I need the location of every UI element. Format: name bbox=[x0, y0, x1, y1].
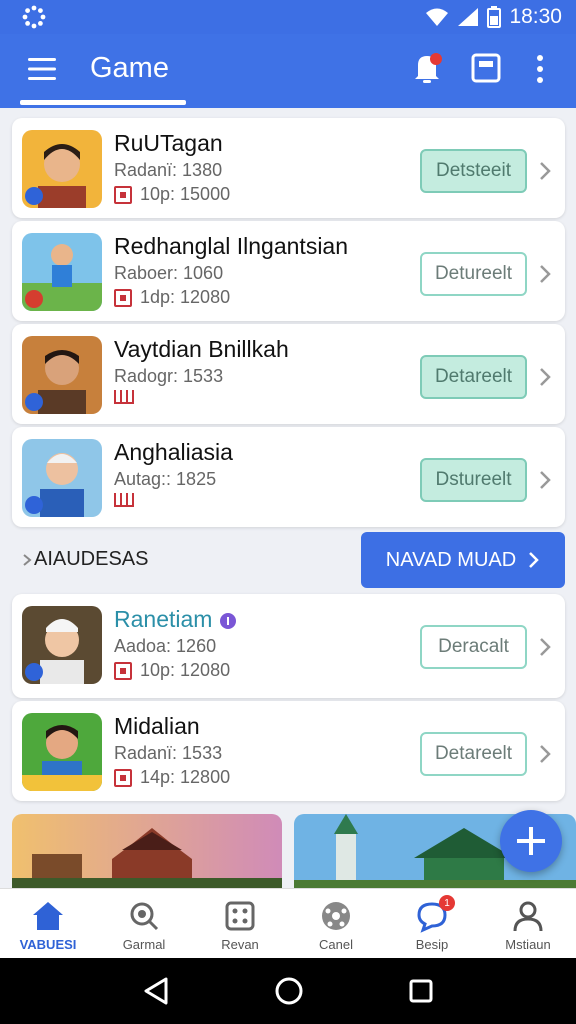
stat-bars-icon bbox=[114, 390, 134, 404]
nav-item-chat[interactable]: 1 Besip bbox=[384, 889, 480, 958]
nav-item-profile[interactable]: Mstiaun bbox=[480, 889, 576, 958]
plus-icon bbox=[517, 827, 545, 855]
settings-dots-icon bbox=[22, 5, 46, 29]
detail-button[interactable]: Deracalt bbox=[420, 625, 527, 669]
status-time: 18:30 bbox=[509, 5, 562, 28]
game-rating: Radanї: 1380 bbox=[114, 160, 223, 180]
game-rating: Radanї: 1533 bbox=[114, 743, 223, 763]
verified-badge-icon bbox=[219, 612, 236, 629]
stat-bars-icon bbox=[114, 493, 134, 507]
page-title: Game bbox=[90, 52, 169, 84]
game-card[interactable]: Vaytdian Bnillkah Radogr: 1533 Detareelt bbox=[12, 324, 565, 424]
bottom-navigation: VABUESI Garmal Revan Canel 1 Besip Mstia… bbox=[0, 888, 576, 958]
game-rating: Autag:: 1825 bbox=[114, 469, 217, 489]
game-card[interactable]: Redhanglal Ilngantsian Raboer: 1060 1dp:… bbox=[12, 221, 565, 321]
status-bar: 18:30 bbox=[0, 0, 576, 34]
app-bar: Game bbox=[0, 34, 576, 108]
hamburger-menu-icon[interactable] bbox=[24, 54, 60, 84]
game-thumbnail bbox=[22, 606, 102, 684]
game-card[interactable]: RuUTagan Radanї: 1380 10p: 15000 Detstee… bbox=[12, 118, 565, 218]
nav-item-ball[interactable]: Canel bbox=[288, 889, 384, 958]
game-rating: Raboer: 1060 bbox=[114, 263, 224, 283]
chevron-right-icon bbox=[529, 552, 539, 568]
stat-square-icon bbox=[114, 185, 132, 204]
game-card[interactable]: Ranetiam Aadoa: 1260 10p: 12080 Deracalt bbox=[12, 594, 565, 698]
notification-bell-icon[interactable] bbox=[410, 50, 444, 86]
nav-item-search[interactable]: Garmal bbox=[96, 889, 192, 958]
chevron-right-icon[interactable] bbox=[538, 263, 552, 285]
game-players bbox=[114, 390, 142, 404]
wifi-icon bbox=[426, 8, 449, 26]
ball-icon bbox=[322, 902, 350, 930]
game-players: 10p: 12080 bbox=[114, 660, 230, 681]
detail-button[interactable]: Detsteeit bbox=[420, 149, 527, 193]
active-tab-indicator bbox=[20, 100, 186, 105]
home-icon bbox=[33, 902, 63, 930]
back-icon[interactable] bbox=[142, 976, 170, 1006]
game-title: Midalian bbox=[114, 713, 200, 739]
promo-banners bbox=[12, 814, 576, 888]
promo-banner[interactable] bbox=[12, 814, 282, 888]
game-rating: Radogr: 1533 bbox=[114, 366, 224, 386]
game-title: RuUTagan bbox=[114, 130, 223, 156]
game-title: Anghaliasia bbox=[114, 439, 233, 465]
profile-icon bbox=[513, 901, 543, 932]
chevron-right-icon[interactable] bbox=[538, 636, 552, 658]
home-circle-icon[interactable] bbox=[274, 976, 304, 1006]
chevron-right-icon[interactable] bbox=[538, 366, 552, 388]
game-players: 10p: 15000 bbox=[114, 184, 230, 205]
stat-square-icon bbox=[114, 288, 132, 307]
magnifier-icon bbox=[130, 902, 159, 931]
chevron-right-icon[interactable] bbox=[538, 469, 552, 491]
game-thumbnail bbox=[22, 713, 102, 791]
game-title: Ranetiam bbox=[114, 606, 237, 633]
game-players bbox=[114, 493, 142, 507]
game-players: 1dp: 12080 bbox=[114, 287, 230, 308]
detail-button[interactable]: Detareelt bbox=[420, 355, 527, 399]
system-navigation-bar bbox=[0, 958, 576, 1024]
game-players: 14p: 12800 bbox=[114, 767, 230, 788]
signal-icon bbox=[458, 8, 479, 26]
add-fab-button[interactable] bbox=[500, 810, 562, 872]
detail-button[interactable]: Dstureelt bbox=[420, 458, 527, 502]
stat-square-icon bbox=[114, 661, 132, 680]
section-title: AIAUDESAS bbox=[22, 548, 148, 571]
nav-item-home[interactable]: VABUESI bbox=[0, 889, 96, 958]
window-icon[interactable] bbox=[470, 52, 502, 84]
game-list: RuUTagan Radanї: 1380 10p: 15000 Detstee… bbox=[12, 118, 565, 804]
game-thumbnail bbox=[22, 233, 102, 311]
chevron-right-icon[interactable] bbox=[538, 743, 552, 765]
game-thumbnail bbox=[22, 439, 102, 517]
nav-item-dice[interactable]: Revan bbox=[192, 889, 288, 958]
game-card[interactable]: Midalian Radanї: 1533 14p: 12800 Detaree… bbox=[12, 701, 565, 801]
chevron-right-small-icon bbox=[23, 553, 32, 566]
chat-icon-wrap: 1 bbox=[415, 895, 455, 933]
dice-icon bbox=[225, 901, 255, 931]
detail-button[interactable]: Detureelt bbox=[420, 252, 527, 296]
game-thumbnail bbox=[22, 130, 102, 208]
more-vert-icon[interactable] bbox=[530, 52, 550, 86]
game-thumbnail bbox=[22, 336, 102, 414]
game-title: Redhanglal Ilngantsian bbox=[114, 233, 349, 259]
chevron-right-icon[interactable] bbox=[538, 160, 552, 182]
game-title: Vaytdian Bnillkah bbox=[114, 336, 289, 362]
detail-button[interactable]: Detareelt bbox=[420, 732, 527, 776]
section-action-button[interactable]: NAVAD MUAD bbox=[361, 532, 565, 588]
section-header: AIAUDESAS NAVAD MUAD bbox=[12, 530, 565, 594]
stat-square-icon bbox=[114, 768, 132, 787]
game-rating: Aadoa: 1260 bbox=[114, 636, 217, 656]
notification-badge: 1 bbox=[439, 895, 455, 911]
recents-icon[interactable] bbox=[408, 978, 434, 1004]
battery-icon bbox=[487, 6, 502, 28]
game-card[interactable]: Anghaliasia Autag:: 1825 Dstureelt bbox=[12, 427, 565, 527]
